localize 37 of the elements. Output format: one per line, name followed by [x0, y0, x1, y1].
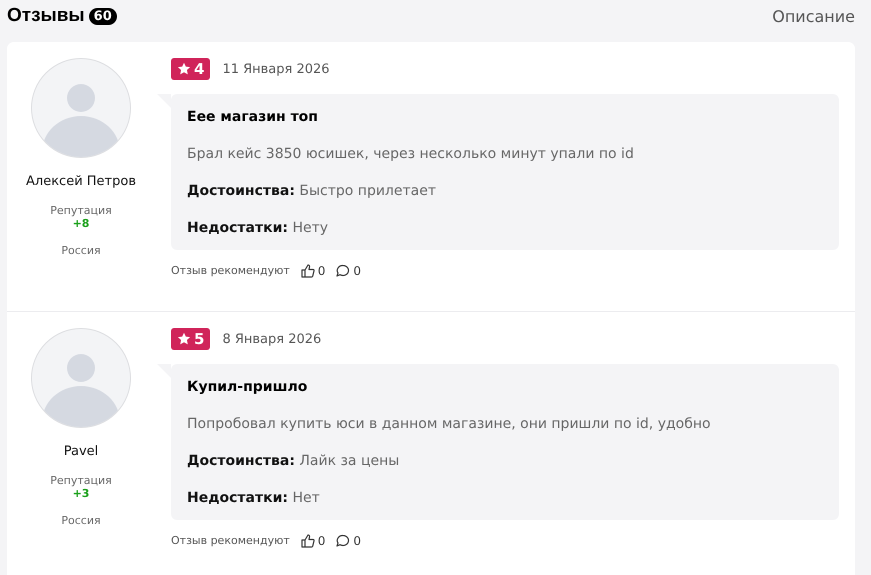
comment-icon — [335, 263, 350, 278]
rating-badge: 5 — [171, 328, 210, 350]
star-icon — [177, 62, 191, 76]
avatar-icon — [31, 328, 131, 428]
thumbs-up-icon — [300, 533, 315, 548]
reputation-label: Репутация — [50, 474, 112, 487]
description-link[interactable]: Описание — [772, 6, 855, 26]
review-cons: Недостатки: Нет — [187, 490, 321, 506]
reviews-title: Отзывы — [7, 5, 85, 27]
reputation-label: Репутация — [50, 204, 112, 217]
count-badge: 60 — [88, 8, 117, 24]
reputation-value: +3 — [72, 487, 90, 500]
recommend-label: Отзыв рекомендуют — [171, 534, 290, 547]
like-button[interactable]: 0 — [300, 533, 326, 548]
thumbs-up-icon — [300, 263, 315, 278]
recommend-label: Отзыв рекомендуют — [171, 264, 290, 277]
author-name: Алексей Петров — [26, 174, 136, 189]
review-pros: Достоинства: Быстро прилетает — [187, 183, 437, 199]
like-button[interactable]: 0 — [300, 263, 326, 278]
comment-button[interactable]: 0 — [335, 533, 362, 548]
country-label: Россия — [61, 514, 101, 527]
review-title: Еее магазин топ — [187, 109, 319, 125]
avatar-icon — [31, 58, 131, 158]
review-title: Купил-пришло — [187, 379, 308, 395]
review-cons: Недостатки: Нету — [187, 220, 330, 236]
review-text: Брал кейс 3850 юсишек, через несколько минут упали по id — [187, 146, 635, 162]
star-icon — [177, 332, 191, 346]
review-date: 8 Января 2026 — [222, 332, 322, 346]
review-text: Попробовал купить юси в данном магазине, они пришли по id, удобно — [187, 416, 712, 432]
author-name: Pavel — [64, 444, 98, 459]
review-pros: Достоинства: Лайк за цены — [187, 453, 400, 469]
reputation-value: +8 — [72, 217, 90, 230]
country-label: Россия — [61, 244, 101, 257]
comment-icon — [335, 533, 350, 548]
review-date: 11 Января 2026 — [222, 62, 330, 76]
rating-badge: 4 — [171, 58, 210, 80]
comment-button[interactable]: 0 — [335, 263, 362, 278]
